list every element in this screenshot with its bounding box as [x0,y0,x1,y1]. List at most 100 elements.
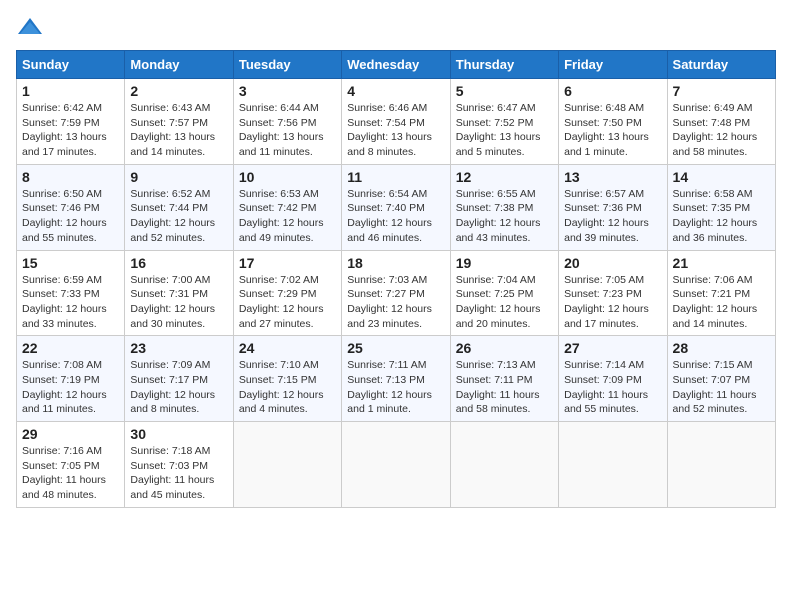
day-detail: Sunrise: 6:47 AM Sunset: 7:52 PM Dayligh… [456,101,553,160]
day-number: 26 [456,340,553,356]
day-detail: Sunrise: 7:05 AM Sunset: 7:23 PM Dayligh… [564,273,661,332]
calendar-week-row: 29 Sunrise: 7:16 AM Sunset: 7:05 PM Dayli… [17,422,776,508]
day-detail: Sunrise: 6:54 AM Sunset: 7:40 PM Dayligh… [347,187,444,246]
day-number: 20 [564,255,661,271]
day-number: 14 [673,169,770,185]
calendar-cell [667,422,775,508]
day-number: 27 [564,340,661,356]
calendar-cell [342,422,450,508]
day-number: 1 [22,83,119,99]
calendar-cell: 20 Sunrise: 7:05 AM Sunset: 7:23 PM Dayli… [559,250,667,336]
calendar-cell: 18 Sunrise: 7:03 AM Sunset: 7:27 PM Dayli… [342,250,450,336]
day-detail: Sunrise: 6:48 AM Sunset: 7:50 PM Dayligh… [564,101,661,160]
day-detail: Sunrise: 6:57 AM Sunset: 7:36 PM Dayligh… [564,187,661,246]
day-number: 13 [564,169,661,185]
day-detail: Sunrise: 6:50 AM Sunset: 7:46 PM Dayligh… [22,187,119,246]
day-detail: Sunrise: 7:16 AM Sunset: 7:05 PM Dayligh… [22,444,119,503]
day-number: 17 [239,255,336,271]
calendar-week-row: 1 Sunrise: 6:42 AM Sunset: 7:59 PM Daylig… [17,79,776,165]
calendar-cell: 16Sunrise: 7:00 AM Sunset: 7:31 PM Dayli… [125,250,233,336]
day-number: 6 [564,83,661,99]
day-number: 11 [347,169,444,185]
calendar-cell: 9Sunrise: 6:52 AM Sunset: 7:44 PM Daylig… [125,164,233,250]
calendar-cell: 29 Sunrise: 7:16 AM Sunset: 7:05 PM Dayli… [17,422,125,508]
day-detail: Sunrise: 7:14 AM Sunset: 7:09 PM Dayligh… [564,358,661,417]
day-detail: Sunrise: 7:13 AM Sunset: 7:11 PM Dayligh… [456,358,553,417]
calendar-cell: 10 Sunrise: 6:53 AM Sunset: 7:42 PM Dayli… [233,164,341,250]
calendar-table: SundayMondayTuesdayWednesdayThursdayFrid… [16,50,776,508]
calendar-cell: 23 Sunrise: 7:09 AM Sunset: 7:17 PM Dayli… [125,336,233,422]
calendar-cell: 12 Sunrise: 6:55 AM Sunset: 7:38 PM Dayli… [450,164,558,250]
calendar-cell: 17 Sunrise: 7:02 AM Sunset: 7:29 PM Dayli… [233,250,341,336]
calendar-cell: 3 Sunrise: 6:44 AM Sunset: 7:56 PM Daylig… [233,79,341,165]
day-number: 5 [456,83,553,99]
column-header-tuesday: Tuesday [233,51,341,79]
column-header-monday: Monday [125,51,233,79]
calendar-cell: 25 Sunrise: 7:11 AM Sunset: 7:13 PM Dayli… [342,336,450,422]
day-number: 12 [456,169,553,185]
day-number: 9 [130,169,227,185]
day-number: 4 [347,83,444,99]
calendar-cell: 2 Sunrise: 6:43 AM Sunset: 7:57 PM Daylig… [125,79,233,165]
column-header-saturday: Saturday [667,51,775,79]
day-detail: Sunrise: 6:49 AM Sunset: 7:48 PM Dayligh… [673,101,770,160]
calendar-week-row: 8Sunrise: 6:50 AM Sunset: 7:46 PM Daylig… [17,164,776,250]
day-detail: Sunrise: 7:08 AM Sunset: 7:19 PM Dayligh… [22,358,119,417]
day-number: 7 [673,83,770,99]
calendar-cell: 14 Sunrise: 6:58 AM Sunset: 7:35 PM Dayli… [667,164,775,250]
calendar-cell: 11 Sunrise: 6:54 AM Sunset: 7:40 PM Dayli… [342,164,450,250]
column-header-thursday: Thursday [450,51,558,79]
day-detail: Sunrise: 7:15 AM Sunset: 7:07 PM Dayligh… [673,358,770,417]
calendar-cell: 1 Sunrise: 6:42 AM Sunset: 7:59 PM Daylig… [17,79,125,165]
page-header [16,16,776,38]
day-detail: Sunrise: 6:53 AM Sunset: 7:42 PM Dayligh… [239,187,336,246]
column-header-wednesday: Wednesday [342,51,450,79]
calendar-cell: 13 Sunrise: 6:57 AM Sunset: 7:36 PM Dayli… [559,164,667,250]
calendar-cell: 24 Sunrise: 7:10 AM Sunset: 7:15 PM Dayli… [233,336,341,422]
day-number: 29 [22,426,119,442]
calendar-cell: 26 Sunrise: 7:13 AM Sunset: 7:11 PM Dayli… [450,336,558,422]
day-detail: Sunrise: 6:55 AM Sunset: 7:38 PM Dayligh… [456,187,553,246]
day-number: 30 [130,426,227,442]
calendar-cell [559,422,667,508]
calendar-cell: 30 Sunrise: 7:18 AM Sunset: 7:03 PM Dayli… [125,422,233,508]
day-number: 24 [239,340,336,356]
calendar-cell: 27 Sunrise: 7:14 AM Sunset: 7:09 PM Dayli… [559,336,667,422]
calendar-week-row: 15 Sunrise: 6:59 AM Sunset: 7:33 PM Dayli… [17,250,776,336]
day-detail: Sunrise: 6:59 AM Sunset: 7:33 PM Dayligh… [22,273,119,332]
day-number: 25 [347,340,444,356]
day-number: 23 [130,340,227,356]
day-detail: Sunrise: 7:06 AM Sunset: 7:21 PM Dayligh… [673,273,770,332]
calendar-cell: 8Sunrise: 6:50 AM Sunset: 7:46 PM Daylig… [17,164,125,250]
day-number: 3 [239,83,336,99]
column-header-sunday: Sunday [17,51,125,79]
day-number: 28 [673,340,770,356]
day-detail: Sunrise: 7:10 AM Sunset: 7:15 PM Dayligh… [239,358,336,417]
calendar-cell: 22 Sunrise: 7:08 AM Sunset: 7:19 PM Dayli… [17,336,125,422]
calendar-cell: 7 Sunrise: 6:49 AM Sunset: 7:48 PM Daylig… [667,79,775,165]
day-detail: Sunrise: 6:43 AM Sunset: 7:57 PM Dayligh… [130,101,227,160]
calendar-cell: 5 Sunrise: 6:47 AM Sunset: 7:52 PM Daylig… [450,79,558,165]
day-detail: Sunrise: 7:09 AM Sunset: 7:17 PM Dayligh… [130,358,227,417]
day-number: 15 [22,255,119,271]
logo [16,16,48,38]
day-detail: Sunrise: 6:42 AM Sunset: 7:59 PM Dayligh… [22,101,119,160]
column-header-friday: Friday [559,51,667,79]
day-detail: Sunrise: 7:00 AM Sunset: 7:31 PM Dayligh… [130,273,227,332]
day-number: 2 [130,83,227,99]
calendar-cell: 19Sunrise: 7:04 AM Sunset: 7:25 PM Dayli… [450,250,558,336]
calendar-cell: 15 Sunrise: 6:59 AM Sunset: 7:33 PM Dayli… [17,250,125,336]
calendar-cell: 21Sunrise: 7:06 AM Sunset: 7:21 PM Dayli… [667,250,775,336]
day-number: 10 [239,169,336,185]
calendar-cell: 28 Sunrise: 7:15 AM Sunset: 7:07 PM Dayli… [667,336,775,422]
calendar-cell: 6 Sunrise: 6:48 AM Sunset: 7:50 PM Daylig… [559,79,667,165]
day-detail: Sunrise: 6:58 AM Sunset: 7:35 PM Dayligh… [673,187,770,246]
day-number: 22 [22,340,119,356]
day-detail: Sunrise: 6:44 AM Sunset: 7:56 PM Dayligh… [239,101,336,160]
day-detail: Sunrise: 7:18 AM Sunset: 7:03 PM Dayligh… [130,444,227,503]
calendar-week-row: 22 Sunrise: 7:08 AM Sunset: 7:19 PM Dayli… [17,336,776,422]
day-detail: Sunrise: 7:02 AM Sunset: 7:29 PM Dayligh… [239,273,336,332]
day-detail: Sunrise: 7:03 AM Sunset: 7:27 PM Dayligh… [347,273,444,332]
day-number: 18 [347,255,444,271]
day-detail: Sunrise: 7:11 AM Sunset: 7:13 PM Dayligh… [347,358,444,417]
